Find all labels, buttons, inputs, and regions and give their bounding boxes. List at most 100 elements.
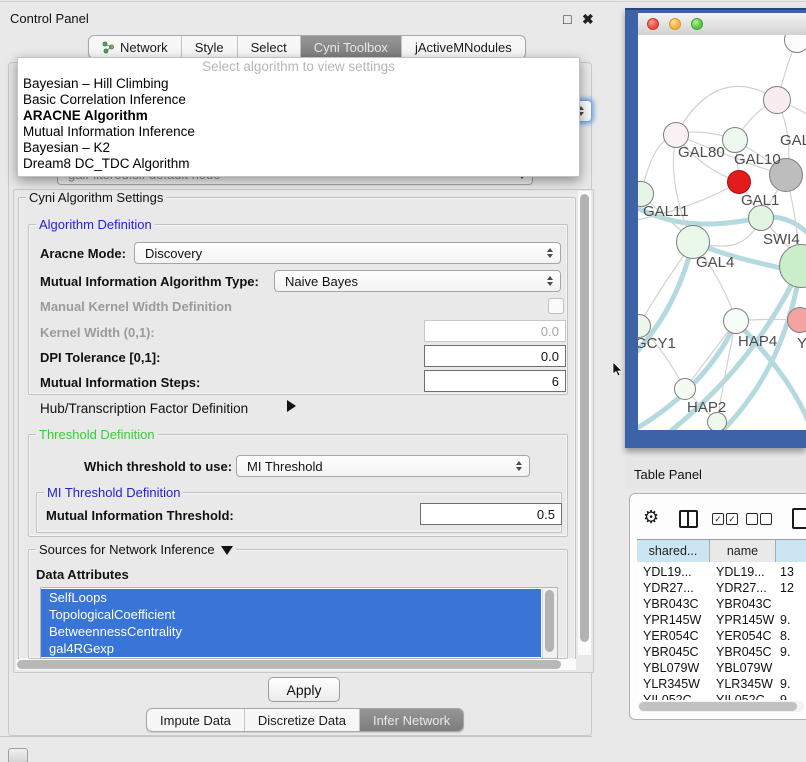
unchecked-columns-icon[interactable] bbox=[760, 513, 772, 525]
list-item-topologicalcoefficient[interactable]: TopologicalCoefficient bbox=[41, 606, 541, 623]
tab-infer-network[interactable]: Infer Network bbox=[360, 709, 463, 731]
dropdown-item-aracne[interactable]: ARACNE Algorithm bbox=[23, 108, 148, 123]
attributes-scrollbar[interactable] bbox=[542, 588, 557, 658]
checked-columns-icon[interactable]: ✓ bbox=[712, 513, 724, 525]
close-icon[interactable]: ✖ bbox=[582, 12, 594, 26]
network-node-salmon[interactable] bbox=[787, 307, 806, 333]
table-cell[interactable]: YLR345W bbox=[716, 677, 773, 691]
float-icon[interactable]: □ bbox=[563, 12, 571, 26]
kernel-width-field[interactable]: 0.0 bbox=[424, 320, 566, 342]
column-header-shared-name[interactable]: shared... bbox=[637, 540, 710, 562]
mi-threshold-field[interactable]: 0.5 bbox=[420, 503, 562, 525]
control-panel-title: Control Panel bbox=[10, 11, 89, 26]
network-node-gal-right[interactable] bbox=[763, 86, 791, 114]
minimized-panel-button[interactable] bbox=[8, 748, 28, 762]
tab-network[interactable]: Network bbox=[89, 36, 182, 58]
table-cell[interactable]: 13 bbox=[780, 565, 794, 579]
table-cell[interactable]: YDR27... bbox=[643, 581, 694, 595]
network-node-hap2[interactable] bbox=[674, 378, 696, 400]
sources-collapse-arrow-icon[interactable] bbox=[221, 546, 233, 555]
network-node-gal10[interactable] bbox=[722, 127, 748, 153]
document-icon[interactable] bbox=[792, 508, 806, 529]
column-header-third[interactable] bbox=[776, 540, 806, 562]
network-node-hap4[interactable] bbox=[723, 308, 749, 334]
table-cell[interactable]: YDL19... bbox=[643, 565, 692, 579]
table-cell[interactable]: YPR145W bbox=[716, 613, 774, 627]
unchecked-columns-icon[interactable] bbox=[746, 513, 758, 525]
network-node-red[interactable] bbox=[727, 170, 751, 194]
table-cell[interactable]: YIL052C bbox=[643, 693, 692, 700]
node-label-hap4: HAP4 bbox=[738, 333, 777, 350]
table-cell[interactable]: YER054C bbox=[716, 629, 772, 643]
mi-threshold-definition-title: MI Threshold Definition bbox=[44, 485, 183, 500]
tab-jactivemnodules[interactable]: jActiveMNodules bbox=[402, 36, 525, 58]
table-cell[interactable]: YDL19... bbox=[716, 565, 765, 579]
bottom-divider bbox=[0, 736, 592, 737]
table-cell[interactable]: YER054C bbox=[643, 629, 699, 643]
dropdown-item-basic-correlation[interactable]: Basic Correlation Inference bbox=[23, 92, 186, 107]
mi-steps-field[interactable]: 6 bbox=[424, 370, 566, 392]
column-header-name[interactable]: name bbox=[710, 540, 776, 562]
mi-algorithm-type-combo[interactable]: Naive Bayes bbox=[274, 270, 561, 292]
node-label-gcy1: GCY1 bbox=[638, 335, 676, 352]
table-cell[interactable]: 12 bbox=[780, 581, 794, 595]
table-cell[interactable]: YBR043C bbox=[716, 597, 772, 611]
table-cell[interactable]: YPR145W bbox=[643, 613, 701, 627]
table-cell[interactable]: YIL052C bbox=[716, 693, 765, 700]
settings-horizontal-scrollbar[interactable] bbox=[16, 659, 576, 670]
dpi-tolerance-field[interactable]: 0.0 bbox=[424, 345, 566, 367]
mi-algorithm-type-value: Naive Bayes bbox=[285, 274, 358, 289]
threshold-definition-title: Threshold Definition bbox=[36, 427, 158, 442]
cyni-algorithm-settings-title: Cyni Algorithm Settings bbox=[26, 190, 166, 205]
dropdown-item-bayesian-k2[interactable]: Bayesian – K2 bbox=[23, 140, 110, 155]
tab-discretize-data[interactable]: Discretize Data bbox=[245, 709, 360, 731]
table-cell[interactable]: 9. bbox=[780, 693, 790, 700]
tab-impute-data[interactable]: Impute Data bbox=[147, 709, 245, 731]
dropdown-item-mutual-information[interactable]: Mutual Information Inference bbox=[23, 124, 195, 139]
stepper-icon bbox=[547, 276, 553, 286]
table-cell[interactable]: 9. bbox=[780, 677, 790, 691]
table-cell[interactable]: YBR045C bbox=[716, 645, 772, 659]
table-cell[interactable]: YBR045C bbox=[643, 645, 699, 659]
network-view-window[interactable]: GAL GAL80 GAL10 GAL1 GAL11 SWI4 GAL4 GCY… bbox=[625, 8, 806, 448]
network-window-titlebar[interactable] bbox=[638, 13, 806, 36]
tab-select[interactable]: Select bbox=[238, 36, 301, 58]
dropdown-item-bayesian-hill-climbing[interactable]: Bayesian – Hill Climbing bbox=[23, 76, 169, 91]
traffic-light-zoom-icon[interactable] bbox=[691, 18, 703, 30]
stepper-icon bbox=[516, 461, 522, 471]
node-label-gal10: GAL10 bbox=[734, 151, 781, 168]
list-item-gal4rgexp[interactable]: gal4RGexp bbox=[41, 640, 541, 657]
traffic-light-close-icon[interactable] bbox=[647, 18, 659, 30]
stepper-icon bbox=[547, 248, 553, 258]
split-columns-icon[interactable] bbox=[679, 510, 698, 528]
table-horizontal-scrollbar[interactable] bbox=[638, 701, 804, 712]
list-item-selfloops[interactable]: SelfLoops bbox=[41, 589, 541, 606]
table-cell[interactable]: YBR043C bbox=[643, 597, 699, 611]
table-cell[interactable]: YDR27... bbox=[716, 581, 767, 595]
table-cell[interactable]: YLR345W bbox=[643, 677, 700, 691]
settings-vertical-scrollbar[interactable] bbox=[578, 191, 591, 655]
dropdown-item-dream8[interactable]: Dream8 DC_TDC Algorithm bbox=[23, 156, 190, 171]
table-cell[interactable]: YBL079W bbox=[716, 661, 772, 675]
gear-icon[interactable]: ⚙ bbox=[643, 508, 659, 526]
checked-columns-icon[interactable]: ✓ bbox=[726, 513, 738, 525]
cursor-icon bbox=[612, 362, 624, 378]
node-label-y: Y bbox=[797, 335, 806, 352]
table-cell[interactable]: YBL079W bbox=[643, 661, 699, 675]
which-threshold-combo[interactable]: MI Threshold bbox=[236, 455, 530, 477]
aracne-mode-combo[interactable]: Discovery bbox=[134, 242, 561, 264]
table-cell[interactable]: 9. bbox=[780, 645, 790, 659]
node-label-gal4: GAL4 bbox=[696, 254, 734, 271]
network-canvas[interactable]: GAL GAL80 GAL10 GAL1 GAL11 SWI4 GAL4 GCY… bbox=[638, 35, 806, 430]
apply-button[interactable]: Apply bbox=[268, 677, 340, 702]
hub-expand-arrow-icon[interactable] bbox=[287, 400, 296, 412]
list-item-betweennesscentrality[interactable]: BetweennessCentrality bbox=[41, 623, 541, 640]
manual-kernel-checkbox[interactable] bbox=[548, 298, 564, 314]
tab-network-label: Network bbox=[120, 40, 168, 55]
traffic-light-minimize-icon[interactable] bbox=[669, 18, 681, 30]
node-label-hap2: HAP2 bbox=[687, 399, 726, 416]
tab-cyni-toolbox[interactable]: Cyni Toolbox bbox=[301, 36, 402, 58]
table-cell[interactable]: 9. bbox=[780, 613, 790, 627]
table-cell[interactable]: 8. bbox=[780, 629, 790, 643]
tab-style[interactable]: Style bbox=[182, 36, 238, 58]
